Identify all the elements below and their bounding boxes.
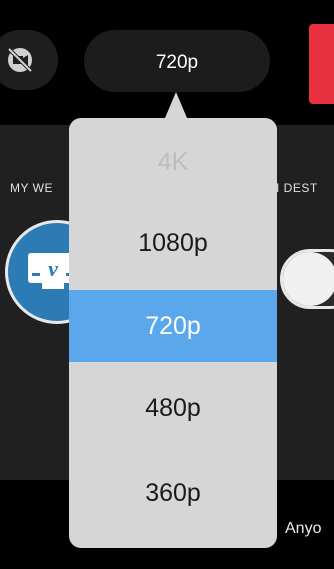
section-label-destinations: I DEST — [276, 181, 318, 195]
popover-arrow — [165, 92, 187, 118]
quality-option-720p[interactable]: 720p — [69, 290, 277, 362]
privacy-label[interactable]: Anyo — [285, 520, 321, 538]
quality-option-1080p[interactable]: 1080p — [69, 207, 277, 279]
svg-text:v: v — [48, 256, 58, 281]
screen: 720p MY WE I DEST v Anyo 4K 1080p 720p 4… — [0, 0, 334, 569]
quality-popover: 4K 1080p 720p 480p 360p — [69, 118, 277, 548]
go-live-button[interactable] — [309, 24, 334, 104]
quality-option-4k: 4K — [157, 147, 189, 176]
section-label-my-web: MY WE — [10, 181, 53, 195]
quality-option-480p[interactable]: 480p — [69, 372, 277, 444]
quality-selector-label[interactable]: 720p — [84, 52, 270, 74]
camera-off-icon — [7, 47, 33, 73]
toggle-knob — [283, 252, 334, 306]
quality-option-360p[interactable]: 360p — [69, 457, 277, 529]
hide-camera-button[interactable] — [0, 30, 58, 90]
